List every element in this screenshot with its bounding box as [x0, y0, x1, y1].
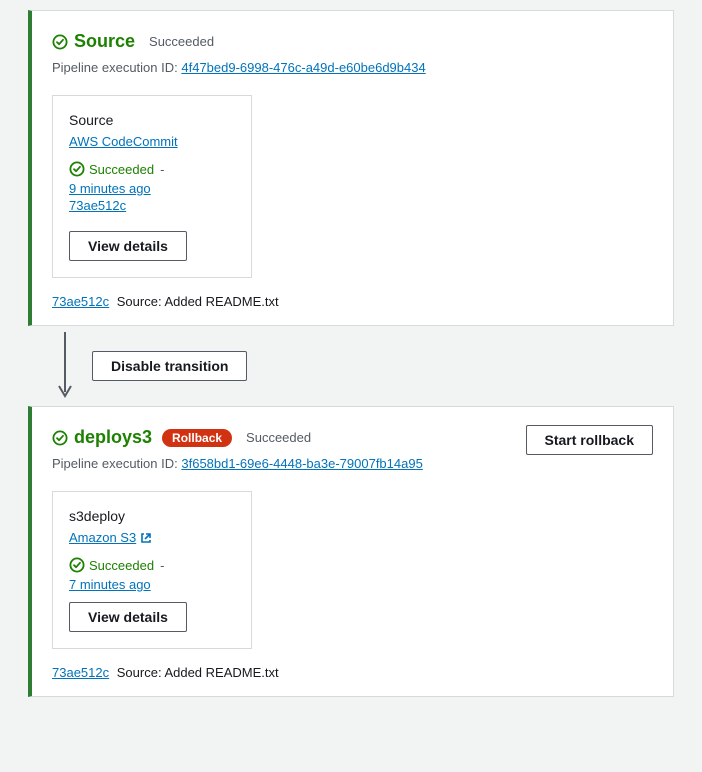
action-provider: Amazon S3 — [69, 530, 235, 545]
execution-id-link[interactable]: 4f47bed9-6998-476c-a49d-e60be6d9b434 — [181, 60, 425, 75]
separator: - — [160, 162, 164, 177]
action-card-source: Source AWS CodeCommit Succeeded - 9 minu… — [52, 95, 252, 278]
transition-zone: Disable transition — [28, 326, 674, 406]
rollback-badge: Rollback — [162, 429, 232, 447]
stage-header: Source Succeeded — [52, 31, 653, 52]
provider-link[interactable]: Amazon S3 — [69, 530, 136, 545]
action-status-row: Succeeded - 7 minutes ago — [69, 557, 235, 592]
execution-id-link[interactable]: 3f658bd1-69e6-4448-ba3e-79007fb14a95 — [181, 456, 422, 471]
action-title: s3deploy — [69, 508, 235, 524]
execution-id-label: Pipeline execution ID: — [52, 456, 178, 471]
success-check-icon — [69, 161, 85, 177]
revision-row: 73ae512c Source: Added README.txt — [52, 294, 653, 309]
disable-transition-button[interactable]: Disable transition — [92, 351, 247, 381]
stage-status: Succeeded — [149, 34, 214, 49]
stage-deploys3: Start rollback deploys3 Rollback Succeed… — [28, 406, 674, 697]
stage-title: Source — [74, 31, 135, 52]
separator: - — [160, 558, 164, 573]
provider-link[interactable]: AWS CodeCommit — [69, 134, 178, 149]
stage-status: Succeeded — [246, 430, 311, 445]
commit-link[interactable]: 73ae512c — [69, 198, 126, 213]
revision-commit-link[interactable]: 73ae512c — [52, 294, 109, 309]
revision-message: Source: Added README.txt — [117, 294, 279, 309]
success-check-icon — [69, 557, 85, 573]
execution-id-row: Pipeline execution ID: 4f47bed9-6998-476… — [52, 60, 653, 75]
success-check-icon — [52, 34, 68, 50]
revision-commit-link[interactable]: 73ae512c — [52, 665, 109, 680]
start-rollback-button[interactable]: Start rollback — [526, 425, 653, 455]
revision-row: 73ae512c Source: Added README.txt — [52, 665, 653, 680]
stage-source: Source Succeeded Pipeline execution ID: … — [28, 10, 674, 326]
commit-row: 73ae512c — [69, 198, 235, 213]
action-title: Source — [69, 112, 235, 128]
execution-id-row: Pipeline execution ID: 3f658bd1-69e6-444… — [52, 456, 653, 471]
view-details-button[interactable]: View details — [69, 231, 187, 261]
success-check-icon — [52, 430, 68, 446]
revision-message: Source: Added README.txt — [117, 665, 279, 680]
action-provider: AWS CodeCommit — [69, 134, 235, 149]
stage-title: deploys3 — [74, 427, 152, 448]
action-status-row: Succeeded - 9 minutes ago — [69, 161, 235, 196]
time-ago-link[interactable]: 7 minutes ago — [69, 577, 151, 592]
external-link-icon — [140, 532, 152, 544]
action-status: Succeeded — [89, 162, 154, 177]
view-details-button[interactable]: View details — [69, 602, 187, 632]
transition-arrow-icon — [58, 332, 72, 400]
execution-id-label: Pipeline execution ID: — [52, 60, 178, 75]
time-ago-link[interactable]: 9 minutes ago — [69, 181, 151, 196]
action-card-s3deploy: s3deploy Amazon S3 Succeeded - — [52, 491, 252, 649]
action-status: Succeeded — [89, 558, 154, 573]
